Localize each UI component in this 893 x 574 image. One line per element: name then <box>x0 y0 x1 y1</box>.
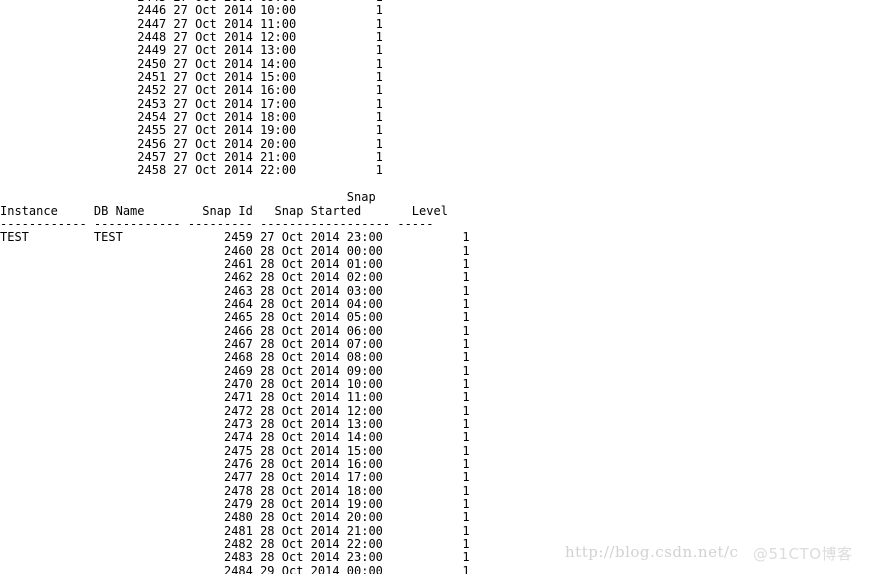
console-line: 2475 28 Oct 2014 15:00 1 <box>0 443 470 458</box>
console-line: 2481 28 Oct 2014 21:00 1 <box>0 523 470 538</box>
console-line: 2480 28 Oct 2014 20:00 1 <box>0 510 470 525</box>
console-line: 2460 28 Oct 2014 00:00 1 <box>0 243 470 258</box>
console-line: 2470 28 Oct 2014 10:00 1 <box>0 376 470 391</box>
console-line: 2461 28 Oct 2014 01:00 1 <box>0 256 470 271</box>
console-line: 2471 28 Oct 2014 11:00 1 <box>0 390 470 405</box>
terminal-output-pane[interactable]: 2445 27 Oct 2014 09:00 1 2446 27 Oct 201… <box>0 0 893 574</box>
console-line: 2450 27 Oct 2014 14:00 1 <box>0 56 383 71</box>
console-line: 2464 28 Oct 2014 04:00 1 <box>0 296 470 311</box>
console-line: 2467 28 Oct 2014 07:00 1 <box>0 336 470 351</box>
console-line: 2479 28 Oct 2014 19:00 1 <box>0 497 470 512</box>
console-line: Snap <box>0 190 376 205</box>
console-line: 2476 28 Oct 2014 16:00 1 <box>0 457 470 472</box>
console-line: 2465 28 Oct 2014 05:00 1 <box>0 310 470 325</box>
console-text-block: 2445 27 Oct 2014 09:00 1 2446 27 Oct 201… <box>0 0 470 574</box>
console-line: 2449 27 Oct 2014 13:00 1 <box>0 43 383 58</box>
console-line: 2454 27 Oct 2014 18:00 1 <box>0 110 383 125</box>
console-line: 2478 28 Oct 2014 18:00 1 <box>0 483 470 498</box>
console-line: 2469 28 Oct 2014 09:00 1 <box>0 363 470 378</box>
console-line: 2455 27 Oct 2014 19:00 1 <box>0 123 383 138</box>
console-line: 2451 27 Oct 2014 15:00 1 <box>0 70 383 85</box>
console-line: 2474 28 Oct 2014 14:00 1 <box>0 430 470 445</box>
console-line: 2466 28 Oct 2014 06:00 1 <box>0 323 470 338</box>
console-line: 2452 27 Oct 2014 16:00 1 <box>0 83 383 98</box>
console-line: 2447 27 Oct 2014 11:00 1 <box>0 16 383 31</box>
console-line: 2484 29 Oct 2014 00:00 1 <box>0 563 470 574</box>
console-line: 2473 28 Oct 2014 13:00 1 <box>0 417 470 431</box>
console-line: 2456 27 Oct 2014 20:00 1 <box>0 136 383 151</box>
console-line: 2482 28 Oct 2014 22:00 1 <box>0 537 470 552</box>
console-line: 2463 28 Oct 2014 03:00 1 <box>0 283 470 298</box>
console-line: 2448 27 Oct 2014 12:00 1 <box>0 30 383 45</box>
console-line: 2453 27 Oct 2014 17:00 1 <box>0 96 383 111</box>
console-line: 2477 28 Oct 2014 17:00 1 <box>0 470 470 485</box>
console-line: 2457 27 Oct 2014 21:00 1 <box>0 150 383 165</box>
console-line: TEST TEST 2459 27 Oct 2014 23:00 1 <box>0 230 470 245</box>
console-line: 2458 27 Oct 2014 22:00 1 <box>0 163 383 178</box>
console-line: 2446 27 Oct 2014 10:00 1 <box>0 3 383 18</box>
console-line: 2483 28 Oct 2014 23:00 1 <box>0 550 470 565</box>
console-line: 2472 28 Oct 2014 12:00 1 <box>0 403 470 418</box>
console-line: ------------ ------------ --------- ----… <box>0 216 434 231</box>
console-line: 2468 28 Oct 2014 08:00 1 <box>0 350 470 365</box>
console-line: Instance DB Name Snap Id Snap Started Le… <box>0 203 448 218</box>
console-line: 2462 28 Oct 2014 02:00 1 <box>0 270 470 285</box>
